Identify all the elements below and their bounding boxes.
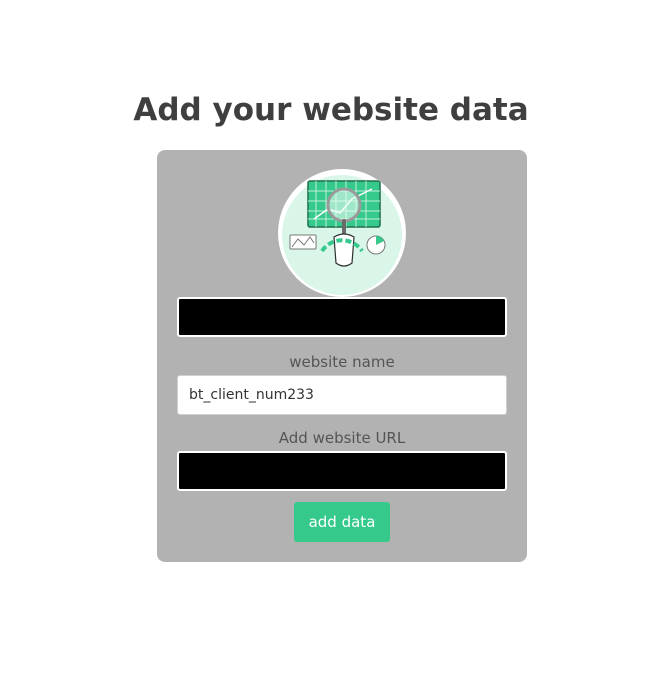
add-data-button[interactable]: add data <box>294 502 390 542</box>
page-title: Add your website data <box>133 92 529 128</box>
website-url-input[interactable] <box>177 451 507 491</box>
analytics-illustration-icon <box>278 169 406 297</box>
website-name-label: website name <box>289 353 395 371</box>
website-name-input[interactable] <box>177 375 507 415</box>
form-card: website name Add website URL add data <box>157 150 527 562</box>
redacted-banner <box>177 297 507 337</box>
page: Add your website data website name bt_cl… <box>0 0 661 687</box>
website-url-label: Add website URL <box>278 429 406 447</box>
